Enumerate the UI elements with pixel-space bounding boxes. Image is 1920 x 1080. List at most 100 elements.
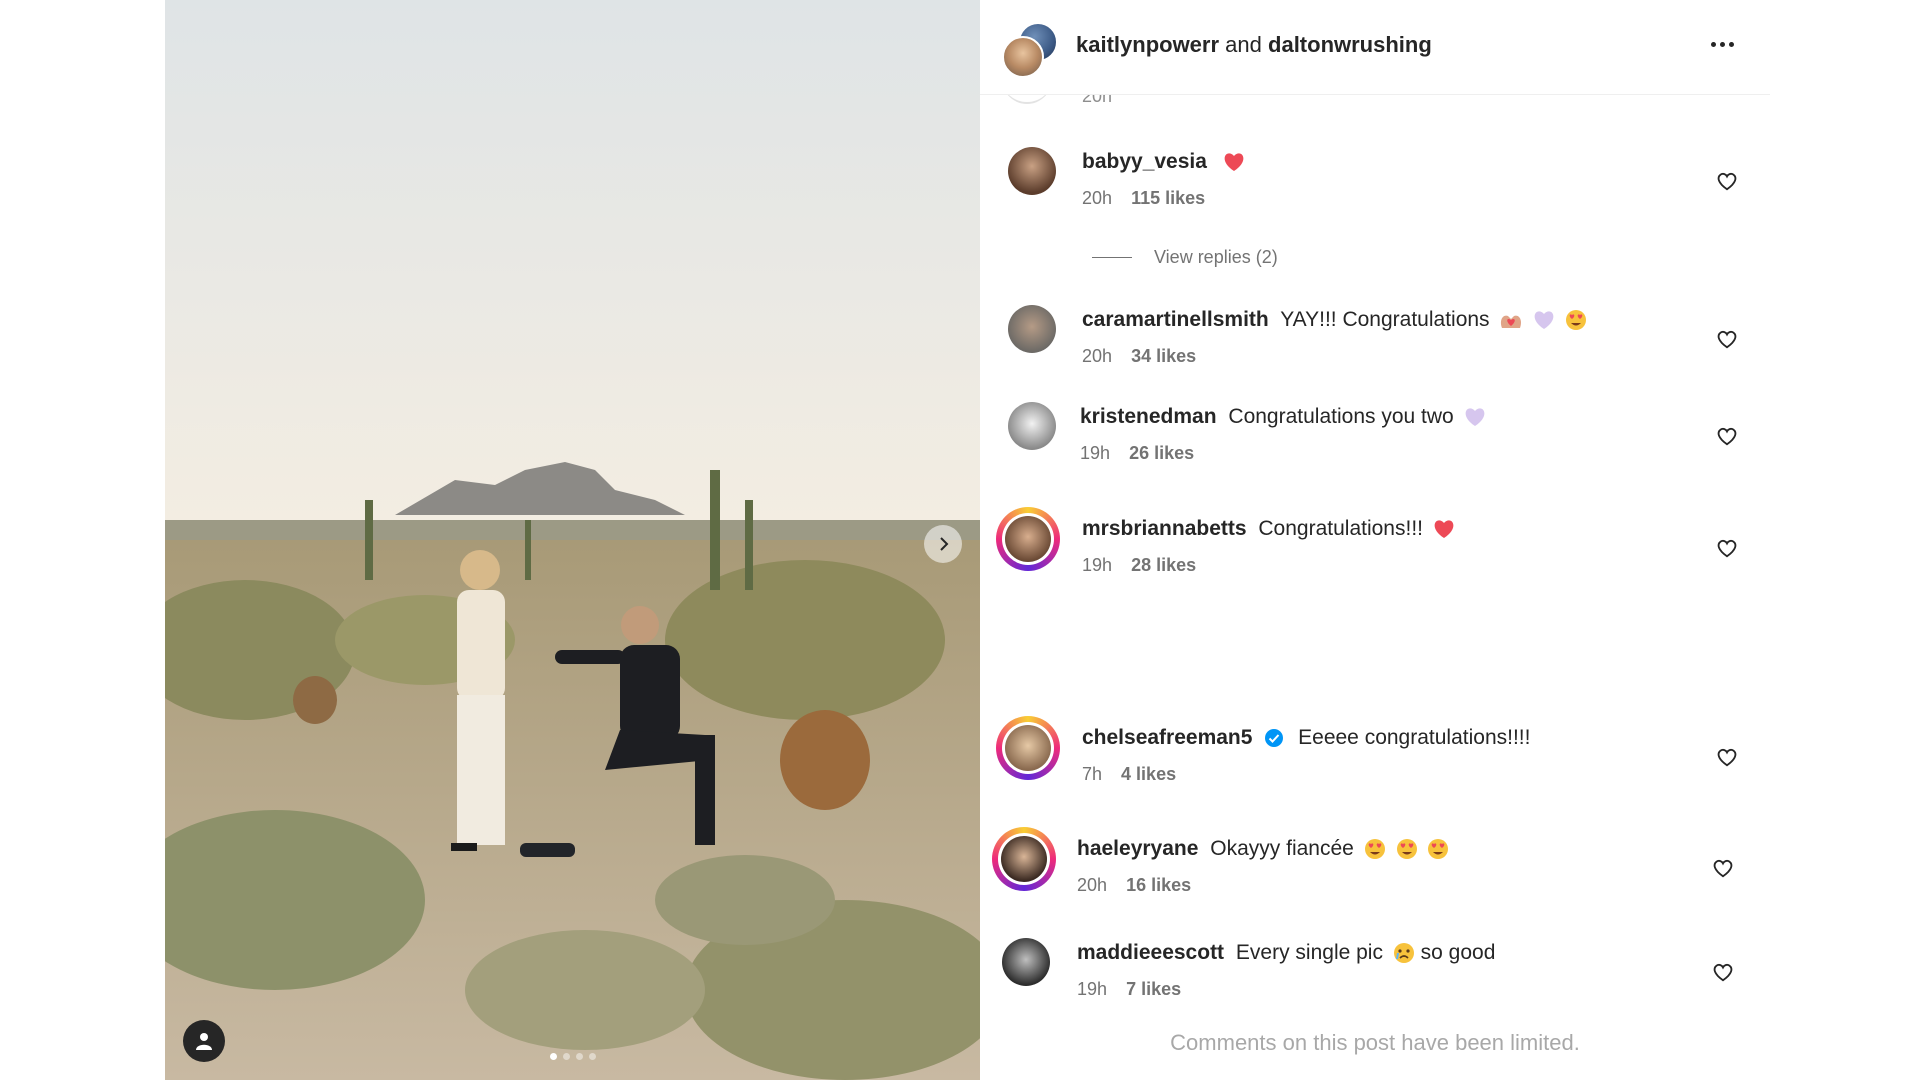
avatar[interactable]	[1000, 936, 1052, 988]
comment-time: 20h	[1082, 346, 1113, 366]
comment-text: Every single pic	[1235, 941, 1383, 964]
heart-emoji-icon	[1434, 520, 1454, 539]
comment-likes[interactable]: 16 likes	[1126, 875, 1191, 895]
like-heart-icon[interactable]	[1716, 537, 1738, 559]
comment-item: babyy_vesia 20h 115 likes	[980, 140, 1770, 220]
post-authors: kaitlynpowerr and daltonwrushing	[1076, 32, 1432, 58]
author-link[interactable]: kaitlynpowerr	[1076, 32, 1219, 57]
comment-likes[interactable]: 115 likes	[1131, 188, 1205, 208]
comment-text: Congratulations!!!	[1258, 517, 1423, 540]
comment-body: caramartinellsmith YAY!!! Congratulation…	[1082, 308, 1587, 332]
comment-likes[interactable]: 4 likes	[1121, 764, 1176, 784]
comment-username[interactable]: chelseafreeman5	[1082, 726, 1252, 749]
comment-likes[interactable]: 7 likes	[1126, 979, 1181, 999]
comment-item: kristenedman Congratulations you two 19h…	[980, 395, 1770, 475]
comment-meta: 20h 16 likes	[1077, 875, 1191, 896]
carousel-dot	[575, 1053, 583, 1060]
dot-icon	[1720, 42, 1725, 47]
carousel-dot	[549, 1053, 557, 1060]
comment-item: chelseafreeman5 Eeeee congratulations!!!…	[980, 716, 1770, 796]
comment-meta: 7h 4 likes	[1082, 764, 1176, 785]
comment-meta: 20h 34 likes	[1082, 346, 1196, 367]
comment-body: maddieeescott Every single pic so good	[1077, 941, 1495, 965]
comment-text: Congratulations you two	[1228, 405, 1454, 428]
comment-body: mrsbriannabetts Congratulations!!!	[1082, 517, 1455, 541]
light-purple-heart-emoji-icon	[1534, 311, 1554, 330]
avatar-story-ring[interactable]	[996, 716, 1060, 780]
dot-icon	[1711, 42, 1716, 47]
heart-emoji-icon	[1224, 153, 1244, 172]
avatar[interactable]	[1006, 145, 1058, 197]
comment-body: chelseafreeman5 Eeeee congratulations!!!…	[1082, 726, 1530, 750]
comments-pane: kaitlynpowerr and daltonwrushing 20h bab…	[980, 0, 1770, 1080]
comment-username[interactable]: caramartinellsmith	[1082, 308, 1269, 331]
comment-body: babyy_vesia	[1082, 150, 1245, 174]
light-purple-heart-emoji-icon	[1465, 408, 1484, 427]
comment-text: Eeeee congratulations!!!!	[1298, 726, 1531, 749]
comment-username[interactable]: maddieeescott	[1077, 941, 1224, 964]
carousel-dot	[562, 1053, 570, 1060]
heart-eyes-emoji-icon	[1566, 310, 1587, 331]
comment-username[interactable]: haeleyryane	[1077, 837, 1198, 860]
comment-text: YAY!!! Congratulations	[1280, 308, 1490, 331]
comment-item: caramartinellsmith YAY!!! Congratulation…	[980, 298, 1770, 378]
comment-body: kristenedman Congratulations you two	[1080, 405, 1486, 429]
comment-text-after: so good	[1420, 941, 1496, 964]
comment-time: 19h	[1077, 979, 1108, 999]
next-photo-button[interactable]	[924, 525, 962, 563]
replies-divider	[1092, 257, 1132, 258]
comment-username[interactable]: mrsbriannabetts	[1082, 517, 1247, 540]
post-header: kaitlynpowerr and daltonwrushing	[980, 0, 1770, 95]
collab-avatars[interactable]	[1002, 22, 1058, 78]
comment-meta: 19h 7 likes	[1077, 979, 1181, 1000]
avatar[interactable]	[1006, 400, 1058, 452]
comment-item: mrsbriannabetts Congratulations!!! 19h 2…	[980, 507, 1770, 587]
comment-meta: 19h 28 likes	[1082, 555, 1196, 576]
comment-item: maddieeescott Every single pic so good 1…	[980, 931, 1770, 1011]
more-options-button[interactable]	[1711, 42, 1734, 47]
crying-face-emoji-icon	[1393, 943, 1414, 964]
like-heart-icon[interactable]	[1716, 746, 1738, 768]
comment-username[interactable]: babyy_vesia	[1082, 150, 1207, 173]
avatar	[1002, 36, 1044, 78]
comments-limited-notice: Comments on this post have been limited.	[1170, 1030, 1580, 1055]
comment-text: Okayyy fiancée	[1210, 837, 1354, 860]
comment-username[interactable]: kristenedman	[1080, 405, 1217, 428]
heart-eyes-emoji-icon	[1396, 839, 1417, 860]
comment-body: haeleyryane Okayyy fiancée	[1077, 837, 1449, 861]
avatar-story-ring[interactable]	[992, 827, 1056, 891]
comment-time: 20h	[1082, 188, 1113, 208]
author-joiner: and	[1225, 32, 1262, 57]
comment-likes[interactable]: 28 likes	[1131, 555, 1196, 575]
carousel-dot	[588, 1053, 596, 1060]
comment-likes[interactable]: 26 likes	[1129, 443, 1194, 463]
dot-icon	[1729, 42, 1734, 47]
comment-time: 20h	[1077, 875, 1108, 895]
avatar[interactable]	[1006, 303, 1058, 355]
carousel-indicator	[165, 1053, 980, 1060]
like-heart-icon[interactable]	[1716, 170, 1738, 192]
comment-likes[interactable]: 34 likes	[1131, 346, 1196, 366]
verified-badge-icon	[1265, 729, 1284, 748]
avatar-story-ring[interactable]	[996, 507, 1060, 571]
chevron-right-icon	[940, 537, 949, 551]
author-link[interactable]: daltonwrushing	[1268, 32, 1432, 57]
proposal-photo-illustration	[165, 0, 980, 1080]
comment-time: 7h	[1082, 764, 1103, 784]
view-replies-label: View replies (2)	[1154, 247, 1278, 267]
like-heart-icon[interactable]	[1712, 857, 1734, 879]
like-heart-icon[interactable]	[1712, 961, 1734, 983]
view-replies-button[interactable]: View replies (2)	[1092, 247, 1278, 268]
comment-time: 19h	[1080, 443, 1111, 463]
like-heart-icon[interactable]	[1716, 425, 1738, 447]
comment-meta: 20h 115 likes	[1082, 188, 1205, 209]
heart-eyes-emoji-icon	[1364, 839, 1385, 860]
person-icon	[196, 1033, 212, 1050]
comment-item: haeleyryane Okayyy fiancée 20h 16 likes	[980, 827, 1770, 907]
post-photo[interactable]	[165, 0, 980, 1080]
like-heart-icon[interactable]	[1716, 328, 1738, 350]
heart-eyes-emoji-icon	[1428, 839, 1449, 860]
heart-hands-emoji-icon	[1501, 316, 1522, 329]
comment-time: 19h	[1082, 555, 1113, 575]
comment-meta: 19h 26 likes	[1080, 443, 1194, 464]
